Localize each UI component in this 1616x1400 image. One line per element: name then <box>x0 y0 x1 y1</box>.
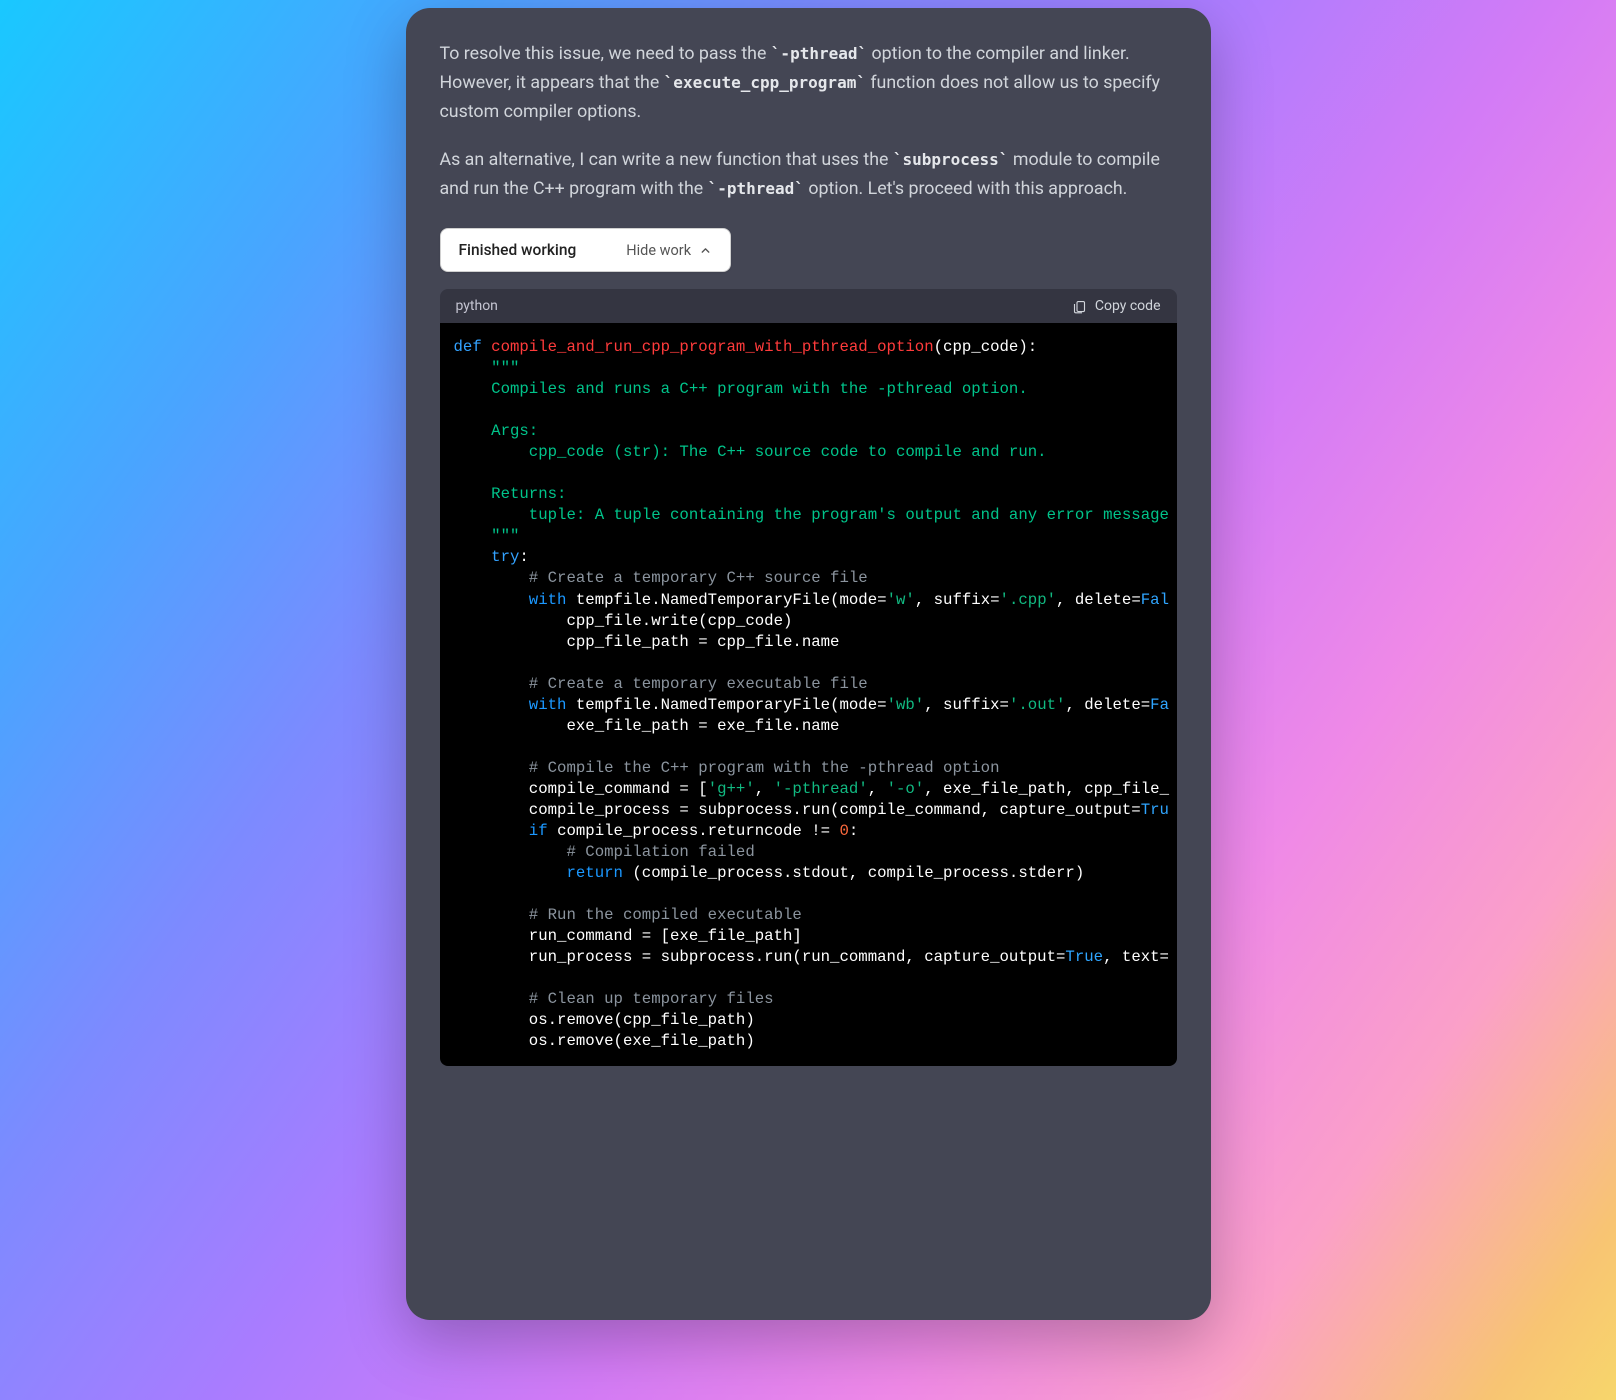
code-language-label: python <box>456 298 498 314</box>
message-text: To resolve this issue, we need to pass t… <box>440 40 1177 204</box>
paragraph-1: To resolve this issue, we need to pass t… <box>440 40 1177 126</box>
inline-code: `execute_cpp_program` <box>664 73 866 92</box>
copy-code-button[interactable]: Copy code <box>1072 298 1161 314</box>
clipboard-icon <box>1072 299 1087 314</box>
inline-code: `-pthread` <box>708 179 804 198</box>
code-block: python Copy code def compile_and_run_cpp… <box>440 289 1177 1066</box>
assistant-message-card: To resolve this issue, we need to pass t… <box>406 8 1211 1320</box>
paragraph-2: As an alternative, I can write a new fun… <box>440 146 1177 204</box>
inline-code: `subprocess` <box>893 150 1009 169</box>
inline-code: `-pthread` <box>771 44 867 63</box>
code-block-header: python Copy code <box>440 289 1177 323</box>
status-label: Finished working <box>459 241 577 259</box>
work-status-pill[interactable]: Finished working Hide work <box>440 228 732 272</box>
chevron-up-icon <box>699 244 712 257</box>
code-content[interactable]: def compile_and_run_cpp_program_with_pth… <box>440 323 1177 1066</box>
hide-work-toggle[interactable]: Hide work <box>626 242 712 259</box>
